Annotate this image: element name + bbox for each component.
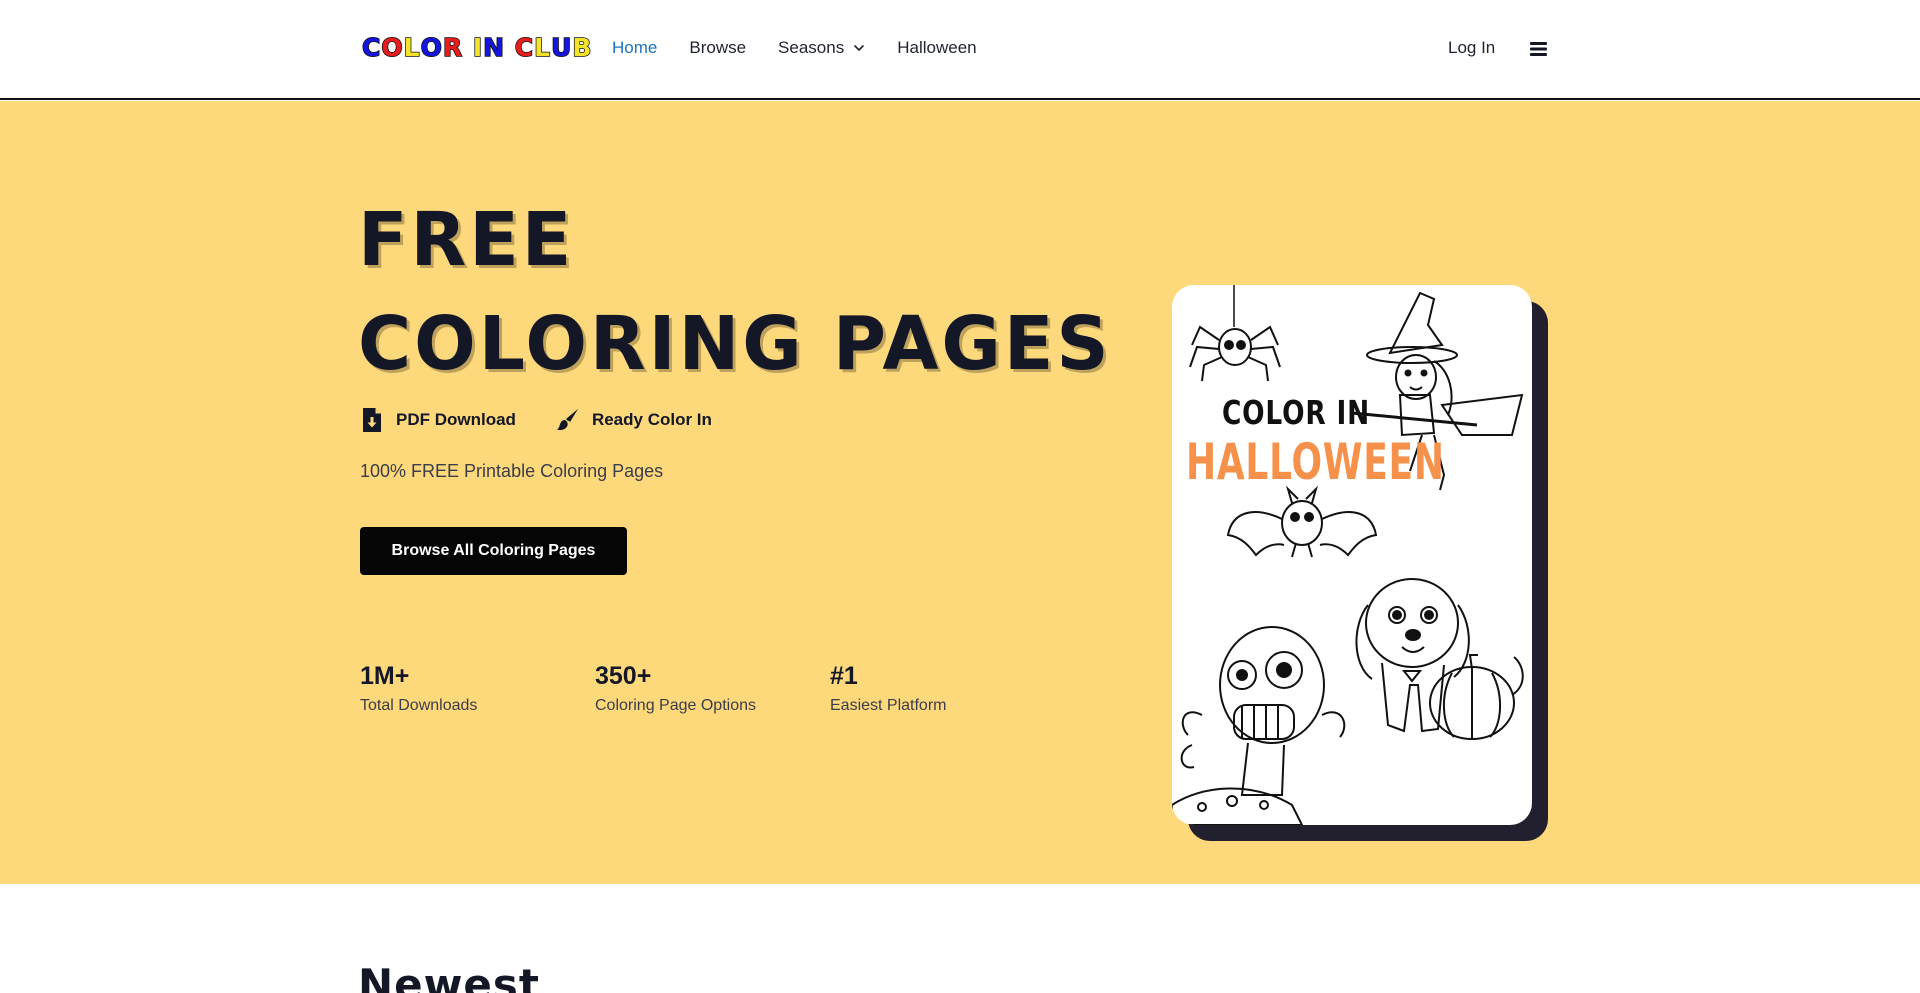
stat-label: Easiest Platform [830,697,947,714]
logo-letter: R [442,32,464,63]
card-title-line2: HALLOWEEN [1186,433,1445,491]
logo-letter: B [572,32,593,63]
paintbrush-icon [556,409,578,431]
logo-letter: C [361,32,382,63]
hero-title-line1: FREE [358,197,575,283]
stat-value: 1M+ [360,662,410,690]
nav-browse-link[interactable]: Browse [689,38,746,58]
newest-heading: Newest [358,960,540,993]
nav-home-link[interactable]: Home [612,38,657,58]
stat-label: Coloring Page Options [595,697,756,714]
logo-letter [463,33,473,62]
logo-letter: O [420,32,443,63]
hero-section: FREE COLORING PAGES PDF Download Ready C… [0,101,1920,884]
nav-seasons-dropdown[interactable]: Seasons [778,38,865,58]
halloween-illustration [1172,285,1524,825]
logo-letter [505,33,515,62]
nav-seasons-label: Seasons [778,38,845,57]
hamburger-icon[interactable] [1530,41,1547,57]
logo-letter: I [472,32,484,63]
feature-pdf-download-label: PDF Download [396,410,516,429]
logo-letter: L [403,32,421,63]
site-logo[interactable]: COLOR IN CLUB [361,32,593,63]
feature-pdf-download: PDF Download [360,407,516,433]
hero-title-line2: COLORING PAGES [358,301,1112,387]
stat-options: 350+ Coloring Page Options [595,661,756,715]
stat-platform: #1 Easiest Platform [830,661,946,715]
feature-ready-color-in-label: Ready Color In [591,410,712,429]
nav-halloween-link[interactable]: Halloween [897,38,976,58]
main-nav: Home Browse Seasons Halloween [612,38,977,58]
hero-subtitle: 100% FREE Printable Coloring Pages [360,461,664,481]
logo-letter: N [482,32,506,63]
browse-all-button[interactable]: Browse All Coloring Pages [360,527,627,575]
logo-letter: L [533,32,552,63]
hero-features: PDF Download Ready Color In [360,407,712,433]
hero-title: FREE COLORING PAGES [358,188,1112,396]
card-title-line1: COLOR IN [1222,393,1370,432]
file-download-icon [363,408,381,432]
site-header: COLOR IN CLUB Home Browse Seasons Hallow… [0,0,1920,100]
logo-letter: O [381,32,404,63]
login-link[interactable]: Log In [1448,38,1495,58]
chevron-down-icon [854,45,865,51]
feature-ready-color-in: Ready Color In [556,407,712,433]
stat-label: Total Downloads [360,697,478,714]
logo-letter: C [514,32,535,63]
logo-letter: U [550,32,573,63]
halloween-coloring-card[interactable]: COLOR IN HALLOWEEN [1172,285,1532,825]
stat-value: 350+ [595,662,652,690]
stat-downloads: 1M+ Total Downloads [360,661,477,715]
stat-value: #1 [830,662,858,690]
